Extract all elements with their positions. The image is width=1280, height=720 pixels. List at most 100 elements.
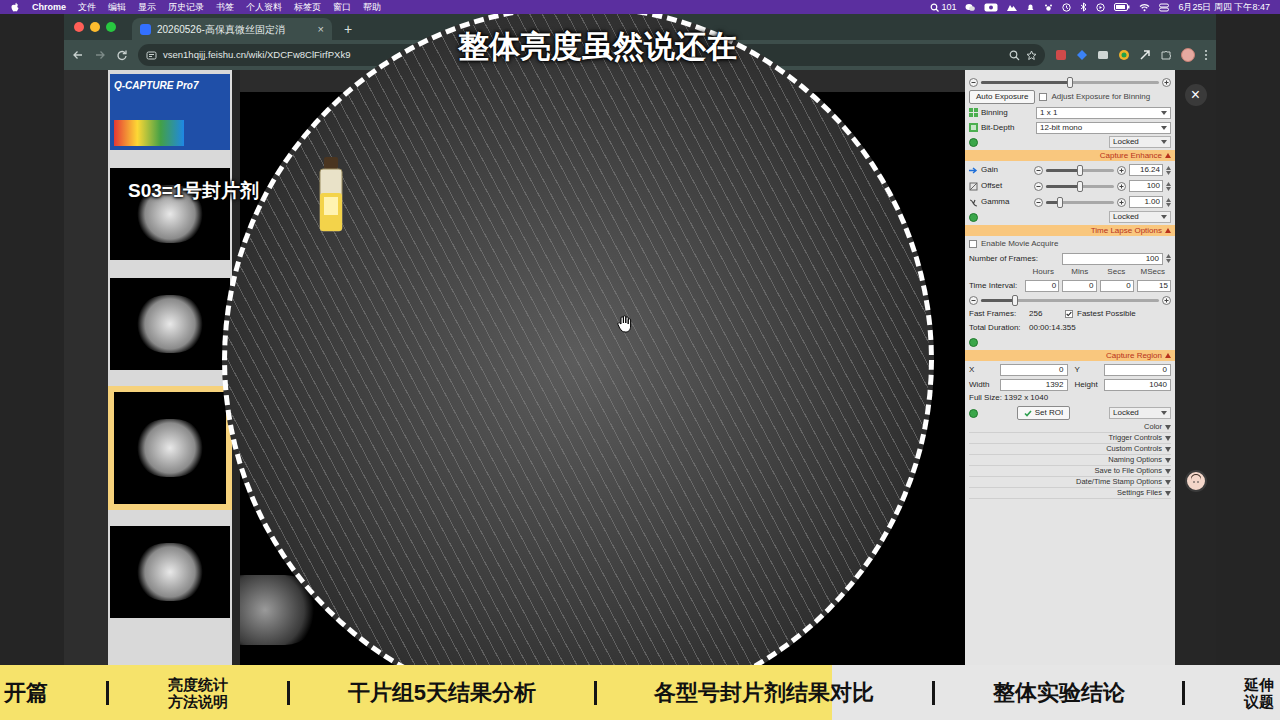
enhance-value-input[interactable]: 1.00	[1129, 196, 1163, 208]
thumbnail[interactable]	[108, 524, 232, 620]
increase-icon[interactable]	[1162, 296, 1171, 305]
bookmark-star-icon[interactable]	[1026, 50, 1037, 61]
collapsed-section[interactable]: Trigger Controls	[969, 433, 1171, 444]
puzzle-icon[interactable]	[1160, 49, 1172, 61]
frames-input[interactable]: 100	[1062, 253, 1163, 265]
bluetooth-icon[interactable]	[1080, 2, 1087, 12]
control-center-icon[interactable]	[1159, 3, 1169, 12]
bell-icon[interactable]	[1026, 3, 1035, 12]
site-info-icon[interactable]	[146, 50, 157, 61]
enhance-value-input[interactable]: 16.24	[1129, 164, 1163, 176]
slider-thumb[interactable]	[1057, 197, 1063, 208]
lock-dropdown[interactable]: Locked	[1109, 136, 1171, 148]
menu-item[interactable]: 编辑	[108, 0, 126, 14]
chapter-item[interactable]: 干片组5天结果分析	[348, 679, 536, 707]
paw-icon[interactable]	[1044, 3, 1053, 12]
notification-item[interactable]: 101	[930, 0, 956, 14]
menu-item[interactable]: 显示	[138, 0, 156, 14]
menu-item[interactable]: 书签	[216, 0, 234, 14]
slider-track[interactable]	[981, 81, 1159, 84]
expand-icon[interactable]	[969, 138, 978, 147]
expand-icon[interactable]	[969, 338, 978, 347]
collapsed-section[interactable]: Naming Options	[969, 455, 1171, 466]
decrease-icon[interactable]	[969, 78, 978, 87]
decrease-icon[interactable]	[1034, 198, 1043, 207]
extension-red-icon[interactable]	[1055, 49, 1067, 61]
fastest-checkbox[interactable]	[1065, 310, 1073, 318]
apple-icon[interactable]	[10, 2, 20, 13]
spinner-icon[interactable]	[1166, 166, 1171, 175]
extension-green-icon[interactable]	[1118, 49, 1130, 61]
adjust-binning-checkbox[interactable]	[1039, 93, 1047, 101]
enhance-slider[interactable]	[1034, 164, 1126, 176]
decrease-icon[interactable]	[969, 296, 978, 305]
bit-depth-dropdown[interactable]: 12-bit mono	[1036, 122, 1171, 134]
collapsed-section[interactable]: Save to File Options	[969, 466, 1171, 477]
collapsed-section[interactable]: Date/Time Stamp Options	[969, 477, 1171, 488]
record-icon[interactable]	[984, 3, 998, 12]
slider-track[interactable]	[1046, 201, 1114, 204]
increase-icon[interactable]	[1117, 182, 1126, 191]
chapter-item[interactable]: 亮度统计方法说明	[166, 676, 229, 710]
interval-input[interactable]: 0	[1062, 280, 1096, 292]
height-input[interactable]: 1040	[1104, 379, 1172, 391]
slider-thumb[interactable]	[1067, 77, 1073, 88]
minimize-window-button[interactable]	[90, 22, 100, 32]
section-header[interactable]: Capture Enhance	[965, 150, 1175, 161]
decrease-icon[interactable]	[1034, 166, 1043, 175]
slider-thumb[interactable]	[1012, 295, 1018, 306]
slider-thumb[interactable]	[1077, 181, 1083, 192]
chapter-item[interactable]: 各型号封片剂结果对比	[654, 679, 874, 707]
chapter-item[interactable]: 整体实验结论	[993, 679, 1125, 707]
lock-dropdown[interactable]: Locked	[1109, 407, 1171, 419]
lock-dropdown[interactable]: Locked	[1109, 211, 1171, 223]
reload-icon[interactable]	[116, 49, 128, 61]
back-icon[interactable]	[72, 49, 84, 61]
menu-item[interactable]: 标签页	[294, 0, 321, 14]
clock-icon[interactable]	[1062, 3, 1071, 12]
menu-item[interactable]: 帮助	[363, 0, 381, 14]
extension-gray-icon[interactable]	[1097, 49, 1109, 61]
width-input[interactable]: 1392	[1000, 379, 1068, 391]
slider-thumb[interactable]	[1077, 165, 1083, 176]
menu-item[interactable]: 个人资料	[246, 0, 282, 14]
enhance-slider[interactable]	[1034, 196, 1126, 208]
increase-icon[interactable]	[1117, 166, 1126, 175]
collapsed-section[interactable]: Color	[969, 422, 1171, 433]
collapsed-section[interactable]: Custom Controls	[969, 444, 1171, 455]
profile-avatar[interactable]	[1181, 48, 1195, 62]
extension-blue-icon[interactable]	[1076, 49, 1088, 61]
menu-item[interactable]: 文件	[78, 0, 96, 14]
slider-track[interactable]	[981, 299, 1159, 302]
more-menu-icon[interactable]	[1204, 49, 1208, 61]
interval-slider[interactable]	[969, 294, 1171, 306]
forward-icon[interactable]	[94, 49, 106, 61]
enhance-value-input[interactable]: 100	[1129, 180, 1163, 192]
section-header[interactable]: Time Lapse Options	[965, 225, 1175, 236]
menu-item[interactable]: 历史记录	[168, 0, 204, 14]
zoom-window-button[interactable]	[106, 22, 116, 32]
section-header[interactable]: Capture Region	[965, 350, 1175, 361]
thumbnail[interactable]	[108, 386, 232, 510]
interval-input[interactable]: 0	[1025, 280, 1059, 292]
increase-icon[interactable]	[1162, 78, 1171, 87]
expand-icon[interactable]	[969, 409, 978, 418]
slider-track[interactable]	[1046, 185, 1114, 188]
movie-checkbox[interactable]	[969, 240, 977, 248]
slider-track[interactable]	[1046, 169, 1114, 172]
close-window-button[interactable]	[74, 22, 84, 32]
interval-input[interactable]: 15	[1137, 280, 1171, 292]
x-input[interactable]: 0	[1000, 364, 1068, 376]
wechat-icon[interactable]	[965, 3, 975, 12]
auto-exposure-button[interactable]: Auto Exposure	[969, 90, 1035, 104]
close-preview-button[interactable]: ×	[1185, 84, 1207, 106]
enhance-slider[interactable]	[1034, 180, 1126, 192]
spinner-icon[interactable]	[1166, 254, 1171, 263]
expand-icon[interactable]	[969, 213, 978, 222]
interval-input[interactable]: 0	[1100, 280, 1134, 292]
extension-arrow-icon[interactable]	[1139, 49, 1151, 61]
play-icon[interactable]	[1096, 3, 1105, 12]
increase-icon[interactable]	[1117, 198, 1126, 207]
menu-clock[interactable]: 6月25日 周四 下午8:47	[1178, 0, 1270, 14]
mountain-icon[interactable]	[1007, 3, 1017, 12]
